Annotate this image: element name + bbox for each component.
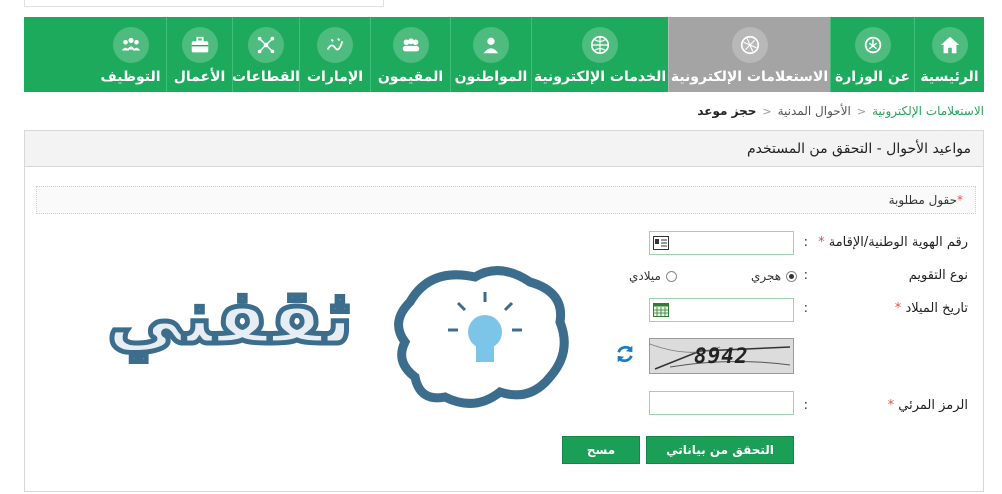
nav-label: الإمارات <box>306 69 364 85</box>
nav-label: المواطنون <box>454 69 528 85</box>
required-star: * <box>818 235 825 250</box>
captcha-label: الرمز المرئي * <box>888 398 968 413</box>
verify-button[interactable]: التحقق من بياناتي <box>646 436 794 464</box>
nav-label: الأعمال <box>173 69 226 85</box>
network-icon <box>248 27 284 63</box>
globe-icon <box>731 27 768 63</box>
nav-item-residents[interactable]: المقيمون <box>370 17 450 92</box>
nav-label: القطاعات <box>232 69 300 85</box>
clear-button[interactable]: مسح <box>562 436 640 464</box>
nav-label: عن الوزارة <box>834 69 911 85</box>
nav-item-einquiries[interactable]: الاستعلامات الإلكترونية <box>668 17 830 92</box>
nav-item-sectors[interactable]: القطاعات <box>232 17 300 92</box>
radio-hijri[interactable]: هجري <box>751 269 798 283</box>
calendar-label: نوع التقويم <box>908 268 968 283</box>
required-note-box: * حقول مطلوبة <box>36 186 976 214</box>
watermark: ثقفني <box>80 262 580 412</box>
radio-hijri-label: هجري <box>751 269 782 283</box>
radio-gregorian-label: ميلادي <box>629 269 661 283</box>
colon: : <box>803 268 808 283</box>
birth-date-label: تاريخ الميلاد * <box>895 301 968 316</box>
captcha-label-text: الرمز المرئي <box>898 398 968 413</box>
breadcrumb-current: حجز موعد <box>697 104 757 118</box>
nav-item-emirates[interactable]: الإمارات <box>299 17 370 92</box>
radio-gregorian-button[interactable] <box>665 270 677 282</box>
team-icon <box>112 27 149 63</box>
breadcrumb-root-link[interactable]: الاستعلامات الإلكترونية <box>872 104 984 118</box>
id-label: رقم الهوية الوطنية/الإقامة * <box>818 235 968 250</box>
breadcrumb-separator: < <box>856 104 867 118</box>
birth-date-input[interactable] <box>649 298 794 322</box>
required-star: * <box>957 193 963 207</box>
nav-item-eservices[interactable]: الخدمات الإلكترونية <box>531 17 668 92</box>
nav-item-jobs[interactable]: التوظيف <box>95 17 166 92</box>
captcha-text: 8942 <box>694 344 749 368</box>
captcha-input[interactable] <box>649 391 794 415</box>
colon: : <box>803 235 808 250</box>
emblem-icon <box>854 27 891 63</box>
nav-label: الخدمات الإلكترونية <box>533 69 667 85</box>
calligraphy-icon <box>317 27 353 63</box>
id-card-icon <box>653 236 669 250</box>
required-star: * <box>894 301 902 316</box>
radio-gregorian[interactable]: ميلادي <box>629 269 677 283</box>
nav-item-home[interactable]: الرئيسية <box>914 17 984 92</box>
id-label-text: رقم الهوية الوطنية/الإقامة <box>828 235 968 250</box>
citizen-icon <box>473 27 509 63</box>
main-nav: الرئيسية عن الوزارة الاستعلامات الإلكترو… <box>24 17 984 92</box>
residents-icon <box>392 27 429 63</box>
nav-label: التوظيف <box>100 69 161 85</box>
nav-label: المقيمون <box>377 69 444 85</box>
calendar-icon[interactable] <box>653 303 669 317</box>
home-icon <box>931 27 968 63</box>
refresh-captcha-icon[interactable] <box>614 343 636 365</box>
nav-item-business[interactable]: الأعمال <box>166 17 232 92</box>
birth-date-label-text: تاريخ الميلاد <box>905 301 968 316</box>
captcha-image: 8942 <box>649 338 794 374</box>
page: الرئيسية عن الوزارة الاستعلامات الإلكترو… <box>0 0 1002 494</box>
top-strip <box>24 0 384 7</box>
radio-hijri-button[interactable] <box>786 270 798 282</box>
required-note: حقول مطلوبة <box>888 193 957 207</box>
briefcase-icon <box>181 27 218 63</box>
id-number-input[interactable] <box>649 231 794 255</box>
nav-label: الرئيسية <box>920 69 979 85</box>
colon: : <box>803 301 808 316</box>
breadcrumb-mid-link[interactable]: الأحوال المدنية <box>778 104 851 118</box>
panel-title: مواعيد الأحوال - التحقق من المستخدم <box>25 131 983 167</box>
nav-item-citizens[interactable]: المواطنون <box>450 17 531 92</box>
colon: : <box>803 398 808 413</box>
breadcrumb-separator: < <box>762 104 772 118</box>
breadcrumb: الاستعلامات الإلكترونية < الأحوال المدني… <box>697 104 984 118</box>
required-star: * <box>887 398 895 413</box>
globe-grid-icon <box>582 27 618 63</box>
nav-item-about[interactable]: عن الوزارة <box>830 17 914 92</box>
watermark-text: ثقفني <box>105 270 356 364</box>
nav-label: الاستعلامات الإلكترونية <box>670 69 829 85</box>
